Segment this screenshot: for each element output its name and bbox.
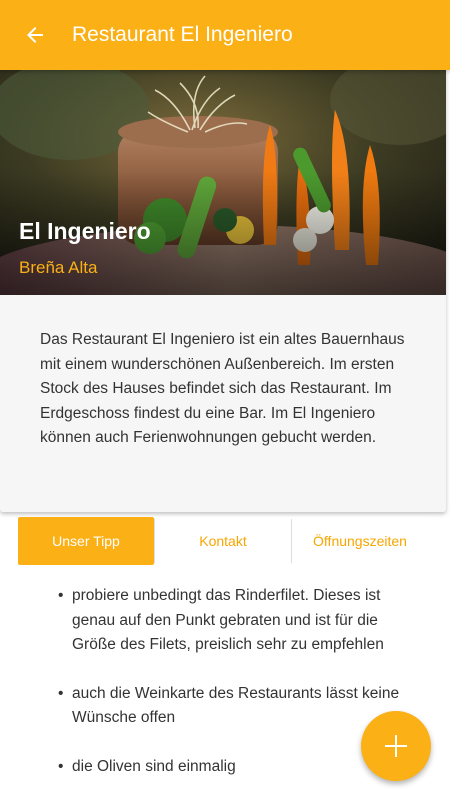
restaurant-card: El Ingeniero Breña Alta Das Restaurant E…: [0, 70, 446, 512]
hero-image: El Ingeniero Breña Alta: [0, 70, 446, 295]
list-item: auch die Weinkarte des Restaurants lässt…: [58, 682, 408, 731]
list-item: probiere unbedingt das Rinderfilet. Dies…: [58, 584, 408, 658]
back-button[interactable]: [0, 0, 70, 70]
tab-oeffnungszeiten[interactable]: Öffnungszeiten: [292, 517, 428, 565]
tab-bar: Unser Tipp Kontakt Öffnungszeiten: [18, 517, 428, 565]
restaurant-description: Das Restaurant El Ingeniero ist ein alte…: [40, 331, 405, 447]
list-item: die Oliven sind einmalig: [58, 755, 408, 780]
restaurant-location: Breña Alta: [19, 258, 98, 277]
tab-unser-tipp[interactable]: Unser Tipp: [18, 517, 154, 565]
page-title: Restaurant El Ingeniero: [72, 23, 293, 46]
tips-list: probiere unbedingt das Rinderfilet. Dies…: [58, 584, 408, 804]
app-bar: Restaurant El Ingeniero: [0, 0, 450, 70]
add-button[interactable]: [361, 711, 431, 781]
arrow-left-icon: [27, 27, 43, 43]
tab-kontakt[interactable]: Kontakt: [155, 517, 291, 565]
restaurant-name: El Ingeniero: [19, 218, 151, 244]
plus-icon: [385, 735, 407, 757]
